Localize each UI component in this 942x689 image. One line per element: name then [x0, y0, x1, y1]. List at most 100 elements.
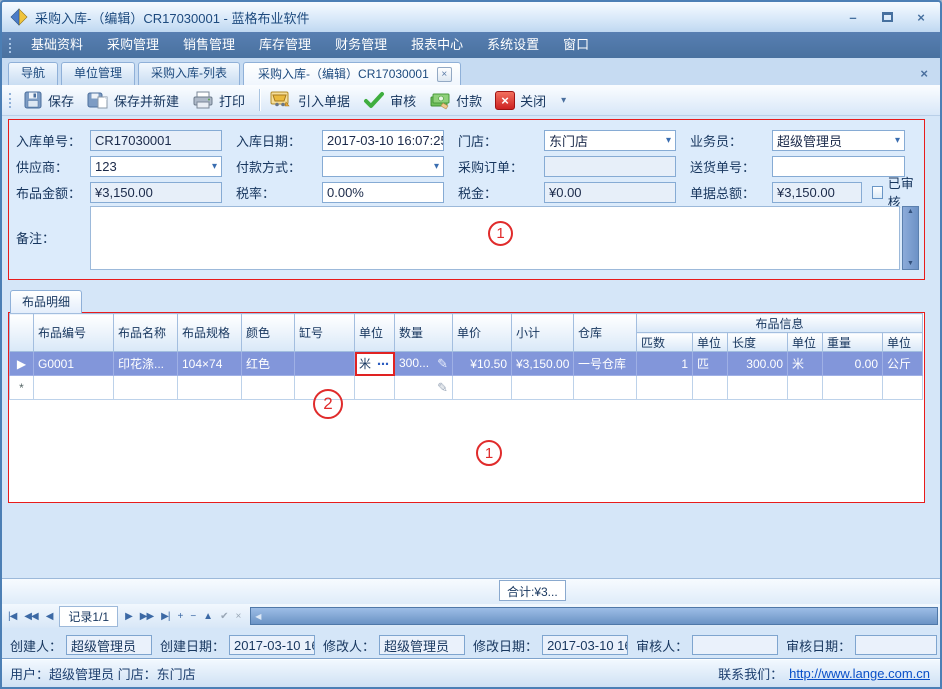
horizontal-scrollbar[interactable]: ◀	[250, 607, 938, 625]
col-header-vat[interactable]: 缸号	[295, 314, 355, 352]
close-doc-button[interactable]: × 关闭	[491, 89, 555, 112]
cell-weight-unit[interactable]: 公斤	[883, 352, 923, 376]
tax-rate-field[interactable]: 0.00%	[322, 182, 444, 203]
table-row[interactable]: ▶ G0001 印花涤... 104×74 红色 米⋯ 300...✎ ¥10.…	[10, 352, 923, 376]
col-header-subtotal[interactable]: 小计	[512, 314, 574, 352]
col-header-length-unit[interactable]: 单位	[788, 333, 823, 352]
cell-warehouse[interactable]: 一号仓库	[574, 352, 637, 376]
tab-unit-management[interactable]: 单位管理	[61, 62, 135, 85]
col-header-price[interactable]: 单价	[453, 314, 512, 352]
cell-vat[interactable]	[295, 352, 355, 376]
scroll-up-icon[interactable]: ▲	[907, 207, 914, 217]
col-header-unit[interactable]: 单位	[355, 314, 395, 352]
cell-length[interactable]: 300.00	[728, 352, 788, 376]
cell-price[interactable]: ¥10.50	[453, 352, 512, 376]
chevron-down-icon[interactable]: ▾	[208, 161, 217, 172]
toolbar-overflow-icon[interactable]: ▾	[555, 95, 572, 106]
col-header-qty[interactable]: 数量	[395, 314, 453, 352]
cell-qty[interactable]: 300...✎	[395, 352, 453, 376]
create-date-field: 2017-03-10 16	[229, 635, 315, 655]
col-header-code[interactable]: 布品编号	[34, 314, 114, 352]
nav-delete-icon[interactable]: −	[186, 611, 199, 622]
col-header-length[interactable]: 长度	[728, 333, 788, 352]
menu-item-window[interactable]: 窗口	[551, 32, 601, 58]
nav-prev-icon[interactable]: ◀	[42, 611, 57, 622]
scroll-left-icon[interactable]: ◀	[251, 612, 261, 621]
detail-grid: 布品编号 布品名称 布品规格 颜色 缸号 单位 数量 单价 小计 仓库 布品信息…	[9, 313, 923, 400]
menu-item-sales[interactable]: 销售管理	[171, 32, 247, 58]
menu-item-system[interactable]: 系统设置	[475, 32, 551, 58]
nav-prev-page-icon[interactable]: ◀◀	[20, 611, 41, 622]
audit-button[interactable]: 审核	[359, 89, 425, 112]
nav-next-page-icon[interactable]: ▶▶	[136, 611, 157, 622]
cell-weight[interactable]: 0.00	[823, 352, 883, 376]
cell-qty-empty[interactable]: ✎	[395, 376, 453, 400]
contact-us-label: 联系我们：	[718, 664, 783, 683]
cell-spec[interactable]: 104×74	[178, 352, 242, 376]
audited-checkbox[interactable]	[872, 186, 883, 199]
table-row-new[interactable]: * ✎	[10, 376, 923, 400]
tab-purchase-receipt-edit[interactable]: 采购入库-（编辑）CR17030001 ×	[243, 62, 461, 85]
col-header-spec[interactable]: 布品规格	[178, 314, 242, 352]
menu-item-reports[interactable]: 报表中心	[399, 32, 475, 58]
col-header-color[interactable]: 颜色	[242, 314, 295, 352]
col-header-warehouse[interactable]: 仓库	[574, 314, 637, 352]
store-select[interactable]: 东门店▾	[544, 130, 676, 151]
save-and-new-button[interactable]: 保存并新建	[83, 88, 188, 112]
tax-rate-label: 税率：	[236, 183, 322, 202]
audit-date-field	[855, 635, 937, 655]
menu-item-basic-data[interactable]: 基础资料	[19, 32, 95, 58]
cell-subtotal[interactable]: ¥3,150.00	[512, 352, 574, 376]
tab-navigation[interactable]: 导航	[8, 62, 58, 85]
cell-unit-editor[interactable]: 米⋯	[355, 352, 395, 376]
nav-first-icon[interactable]: |◀	[4, 611, 20, 622]
nav-append-icon[interactable]: +	[173, 611, 186, 622]
cell-color[interactable]: 红色	[242, 352, 295, 376]
tabstrip-close-icon[interactable]: ×	[916, 66, 932, 81]
tab-close-icon[interactable]: ×	[437, 67, 452, 82]
money-payment-icon	[429, 90, 451, 110]
col-header-name[interactable]: 布品名称	[114, 314, 178, 352]
save-button[interactable]: 保存	[19, 88, 83, 112]
tab-purchase-receipt-list[interactable]: 采购入库-列表	[138, 62, 240, 85]
cell-name[interactable]: 印花涤...	[114, 352, 178, 376]
col-header-pieces-unit[interactable]: 单位	[693, 333, 728, 352]
supplier-select[interactable]: 123▾	[90, 156, 222, 177]
receipt-date-field[interactable]: 2017-03-10 16:07:25▾	[322, 130, 444, 151]
nav-cancel-icon[interactable]: ×	[231, 611, 244, 622]
nav-last-icon[interactable]: ▶|	[157, 611, 173, 622]
import-document-button[interactable]: 引入单据	[265, 88, 359, 112]
menu-item-purchase[interactable]: 采购管理	[95, 32, 171, 58]
nav-post-icon[interactable]: ✔	[216, 611, 231, 622]
col-header-weight[interactable]: 重量	[823, 333, 883, 352]
payment-button[interactable]: 付款	[425, 88, 491, 112]
col-header-weight-unit[interactable]: 单位	[883, 333, 923, 352]
window-close-icon[interactable]: ×	[910, 10, 932, 25]
total-amount-label: 单据总额：	[690, 183, 772, 202]
menu-item-finance[interactable]: 财务管理	[323, 32, 399, 58]
cell-length-unit[interactable]: 米	[788, 352, 823, 376]
tab-fabric-detail[interactable]: 布品明细	[10, 290, 82, 313]
nav-next-icon[interactable]: ▶	[121, 611, 136, 622]
ellipsis-button[interactable]: ⋯	[377, 357, 389, 371]
scroll-down-icon[interactable]: ▼	[907, 259, 914, 269]
detail-grid-panel: 布品编号 布品名称 布品规格 颜色 缸号 单位 数量 单价 小计 仓库 布品信息…	[8, 312, 925, 503]
minimize-icon[interactable]: –	[842, 10, 864, 25]
col-header-group-fabric-info[interactable]: 布品信息	[637, 314, 923, 333]
cell-pieces[interactable]: 1	[637, 352, 693, 376]
chevron-down-icon[interactable]: ▾	[430, 161, 439, 172]
remark-scrollbar[interactable]: ▲ ▼	[902, 206, 919, 270]
chevron-down-icon[interactable]: ▾	[891, 135, 900, 146]
chevron-down-icon[interactable]: ▾	[662, 135, 671, 146]
cell-pieces-unit[interactable]: 匹	[693, 352, 728, 376]
menu-item-inventory[interactable]: 库存管理	[247, 32, 323, 58]
pencil-icon: ✎	[437, 356, 448, 372]
nav-edit-icon[interactable]: ▲	[199, 611, 216, 622]
website-link[interactable]: http://www.lange.com.cn	[789, 666, 930, 681]
maximize-icon[interactable]	[876, 10, 898, 25]
cell-code[interactable]: G0001	[34, 352, 114, 376]
print-button[interactable]: 打印	[188, 88, 254, 112]
col-header-pieces[interactable]: 匹数	[637, 333, 693, 352]
pay-method-select[interactable]: ▾	[322, 156, 444, 177]
salesman-select[interactable]: 超级管理员▾	[772, 130, 905, 151]
